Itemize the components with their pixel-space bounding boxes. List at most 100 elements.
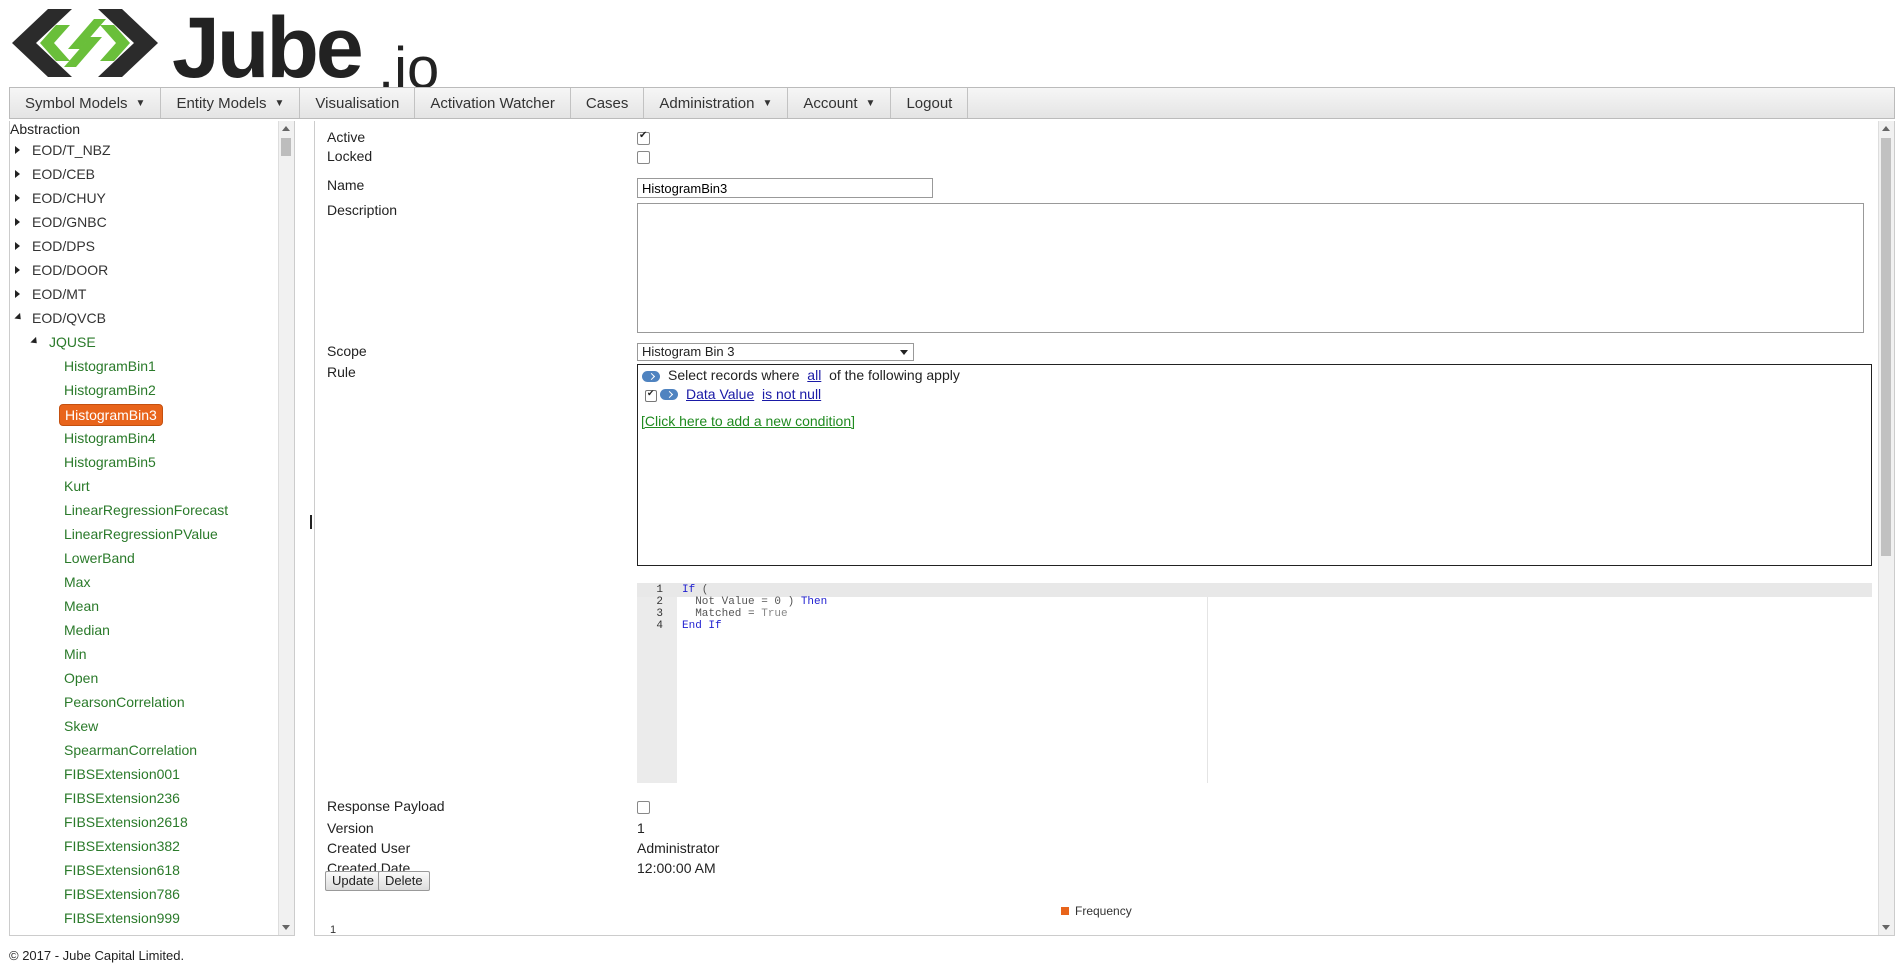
tree-node-label[interactable]: HistogramBin5 [64, 450, 156, 474]
group-options-icon[interactable] [642, 371, 660, 382]
tree-node[interactable]: FIBSExtension618 [10, 858, 280, 882]
panel-splitter[interactable] [296, 121, 313, 936]
tree-node-label[interactable]: EOD/CHUY [32, 186, 106, 210]
tree-node-label[interactable]: EOD/DPS [32, 234, 95, 258]
tree-node-label[interactable]: FIBSExtension236 [64, 786, 180, 810]
nav-item-entity-models[interactable]: Entity Models ▼ [161, 88, 301, 118]
tree-node-label[interactable]: HistogramBin2 [64, 378, 156, 402]
tree-node[interactable]: Max [10, 570, 280, 594]
tree-node[interactable]: Median [10, 618, 280, 642]
tree-node-label[interactable]: FIBSExtension2618 [64, 810, 188, 834]
tree-node[interactable]: FIBSExtension001 [10, 762, 280, 786]
tree-node[interactable]: FIBSExtension999 [10, 906, 280, 930]
scroll-thumb[interactable] [281, 138, 291, 156]
nav-item-symbol-models[interactable]: Symbol Models ▼ [10, 88, 162, 118]
scroll-down-icon[interactable] [282, 925, 290, 930]
tree-node-label[interactable]: EOD/MT [32, 282, 86, 306]
active-checkbox[interactable] [637, 130, 650, 145]
tree-node[interactable]: SpearmanCorrelation [10, 738, 280, 762]
tree-node[interactable]: FIBSExtension2618 [10, 810, 280, 834]
tree-node[interactable]: FIBSExtension786 [10, 882, 280, 906]
tree-node[interactable]: Mean [10, 594, 280, 618]
tree-node[interactable]: HistogramBin4 [10, 426, 280, 450]
collapsed-arrow-icon[interactable] [15, 218, 20, 226]
tree-node[interactable]: Min [10, 642, 280, 666]
tree-node-label[interactable]: Mean [64, 594, 99, 618]
nav-item-cases[interactable]: Cases [571, 88, 645, 118]
tree-node-label[interactable]: FIBSExtension786 [64, 882, 180, 906]
tree-scrollbar[interactable] [278, 121, 294, 935]
tree-node-label[interactable]: Open [64, 666, 98, 690]
nav-item-administration[interactable]: Administration ▼ [644, 88, 789, 118]
tree-node[interactable]: FIBSExtension236 [10, 786, 280, 810]
response-payload-checkbox[interactable] [637, 801, 650, 814]
collapsed-arrow-icon[interactable] [15, 290, 20, 298]
tree-node-label[interactable]: Median [64, 618, 110, 642]
tree-node-label[interactable]: EOD/T_NBZ [32, 138, 111, 162]
nav-item-visualisation[interactable]: Visualisation [300, 88, 416, 118]
tree-node-label[interactable]: EOD/QVCB [32, 306, 106, 330]
collapsed-arrow-icon[interactable] [15, 194, 20, 202]
tree-node-label[interactable]: FIBSExtension001 [64, 762, 180, 786]
tree-node-label[interactable]: FIBSExtension618 [64, 858, 180, 882]
tree-node-label[interactable]: EOD/CEB [32, 162, 95, 186]
code-editor[interactable]: 1 If (2 Not Value = 0 ) Then 3 Matched = T… [637, 583, 1872, 783]
collapsed-arrow-icon[interactable] [15, 170, 20, 178]
scope-select[interactable]: Histogram Bin 3 [637, 343, 914, 361]
expanded-arrow-icon[interactable] [14, 312, 24, 323]
tree-node[interactable]: JQUSE [10, 330, 280, 354]
tree-node-label[interactable]: PearsonCorrelation [64, 690, 185, 714]
tree-node[interactable]: HistogramBin2 [10, 378, 280, 402]
scroll-up-icon[interactable] [282, 126, 290, 131]
tree-node-label[interactable]: HistogramBin4 [64, 426, 156, 450]
nav-item-activation-watcher[interactable]: Activation Watcher [415, 88, 571, 118]
tree-node[interactable]: EOD/CHUY [10, 186, 280, 210]
condition-field-link[interactable]: Data Value [686, 386, 754, 402]
tree-node-label[interactable]: EOD/GNBC [32, 210, 107, 234]
tree-node-label[interactable]: SpearmanCorrelation [64, 738, 197, 762]
tree-node[interactable]: Skew [10, 714, 280, 738]
tree-node[interactable]: EOD/T_NBZ [10, 138, 280, 162]
tree-node-label[interactable]: LowerBand [64, 546, 135, 570]
scroll-up-icon[interactable] [1882, 126, 1890, 131]
tree-node-label[interactable]: Skew [64, 714, 98, 738]
collapsed-arrow-icon[interactable] [15, 266, 20, 274]
update-button[interactable]: Update [325, 871, 381, 891]
tree-node-label[interactable]: Max [64, 570, 90, 594]
name-input[interactable] [637, 178, 933, 198]
tree-node[interactable]: EOD/DOOR [10, 258, 280, 282]
collapsed-arrow-icon[interactable] [15, 146, 20, 154]
tree-node[interactable]: LowerBand [10, 546, 280, 570]
tree-node[interactable]: HistogramBin5 [10, 450, 280, 474]
tree-node-label[interactable]: LinearRegressionForecast [64, 498, 228, 522]
tree-node-label[interactable]: Kurt [64, 474, 90, 498]
tree-node[interactable]: Open [10, 666, 280, 690]
tree-node-label[interactable]: EOD/DOOR [32, 258, 108, 282]
tree-node[interactable]: EOD/CEB [10, 162, 280, 186]
description-textarea[interactable] [637, 203, 1864, 333]
tree-node-label[interactable]: JQUSE [49, 330, 96, 354]
condition-options-icon[interactable] [660, 389, 678, 400]
expanded-arrow-icon[interactable] [30, 336, 40, 347]
tree-node[interactable]: EOD/QVCB [10, 306, 280, 330]
tree-node-label[interactable]: HistogramBin3 [59, 404, 163, 426]
tree-node-label[interactable]: HistogramBin1 [64, 354, 156, 378]
tree-node[interactable]: EOD/MT [10, 282, 280, 306]
tree-node-label[interactable]: LinearRegressionPValue [64, 522, 218, 546]
add-condition-link[interactable]: [Click here to add a new condition] [641, 413, 855, 429]
delete-button[interactable]: Delete [378, 871, 430, 891]
condition-checkbox[interactable] [645, 388, 657, 402]
tree-node[interactable]: EOD/DPS [10, 234, 280, 258]
tree-node-label[interactable]: FIBSExtension382 [64, 834, 180, 858]
tree-node[interactable]: FIBSExtension382 [10, 834, 280, 858]
condition-operator-link[interactable]: is not null [762, 386, 821, 402]
tree-node[interactable]: Kurt [10, 474, 280, 498]
tree-node[interactable]: EOD/GNBC [10, 210, 280, 234]
scroll-down-icon[interactable] [1882, 925, 1890, 930]
rule-quantifier-link[interactable]: all [807, 367, 821, 383]
collapsed-arrow-icon[interactable] [15, 242, 20, 250]
tree-node-label[interactable]: FIBSExtension999 [64, 906, 180, 930]
tree-node[interactable]: HistogramBin3 [10, 402, 280, 426]
tree-node[interactable]: PearsonCorrelation [10, 690, 280, 714]
tree-node[interactable]: HistogramBin1 [10, 354, 280, 378]
